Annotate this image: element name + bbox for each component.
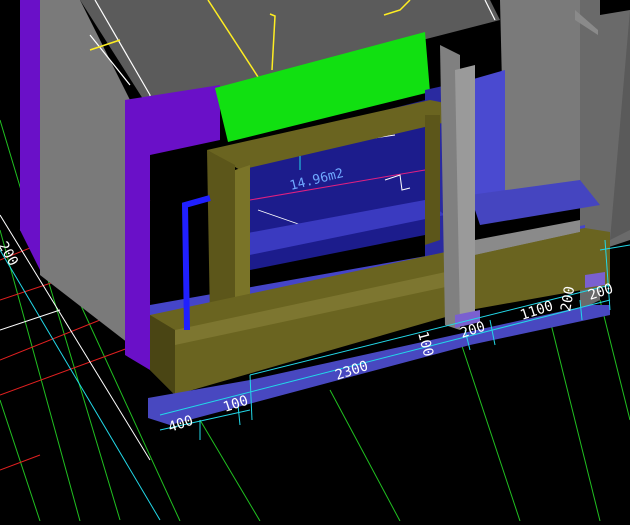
left-wall-purple xyxy=(20,0,40,270)
model-canvas[interactable]: 200 14.96m2 400 100 2300 100 200 1100 20… xyxy=(0,0,630,522)
cad-3d-viewport[interactable]: 200 14.96m2 400 100 2300 100 200 1100 20… xyxy=(0,0,630,522)
right-grey-wall xyxy=(500,0,580,210)
